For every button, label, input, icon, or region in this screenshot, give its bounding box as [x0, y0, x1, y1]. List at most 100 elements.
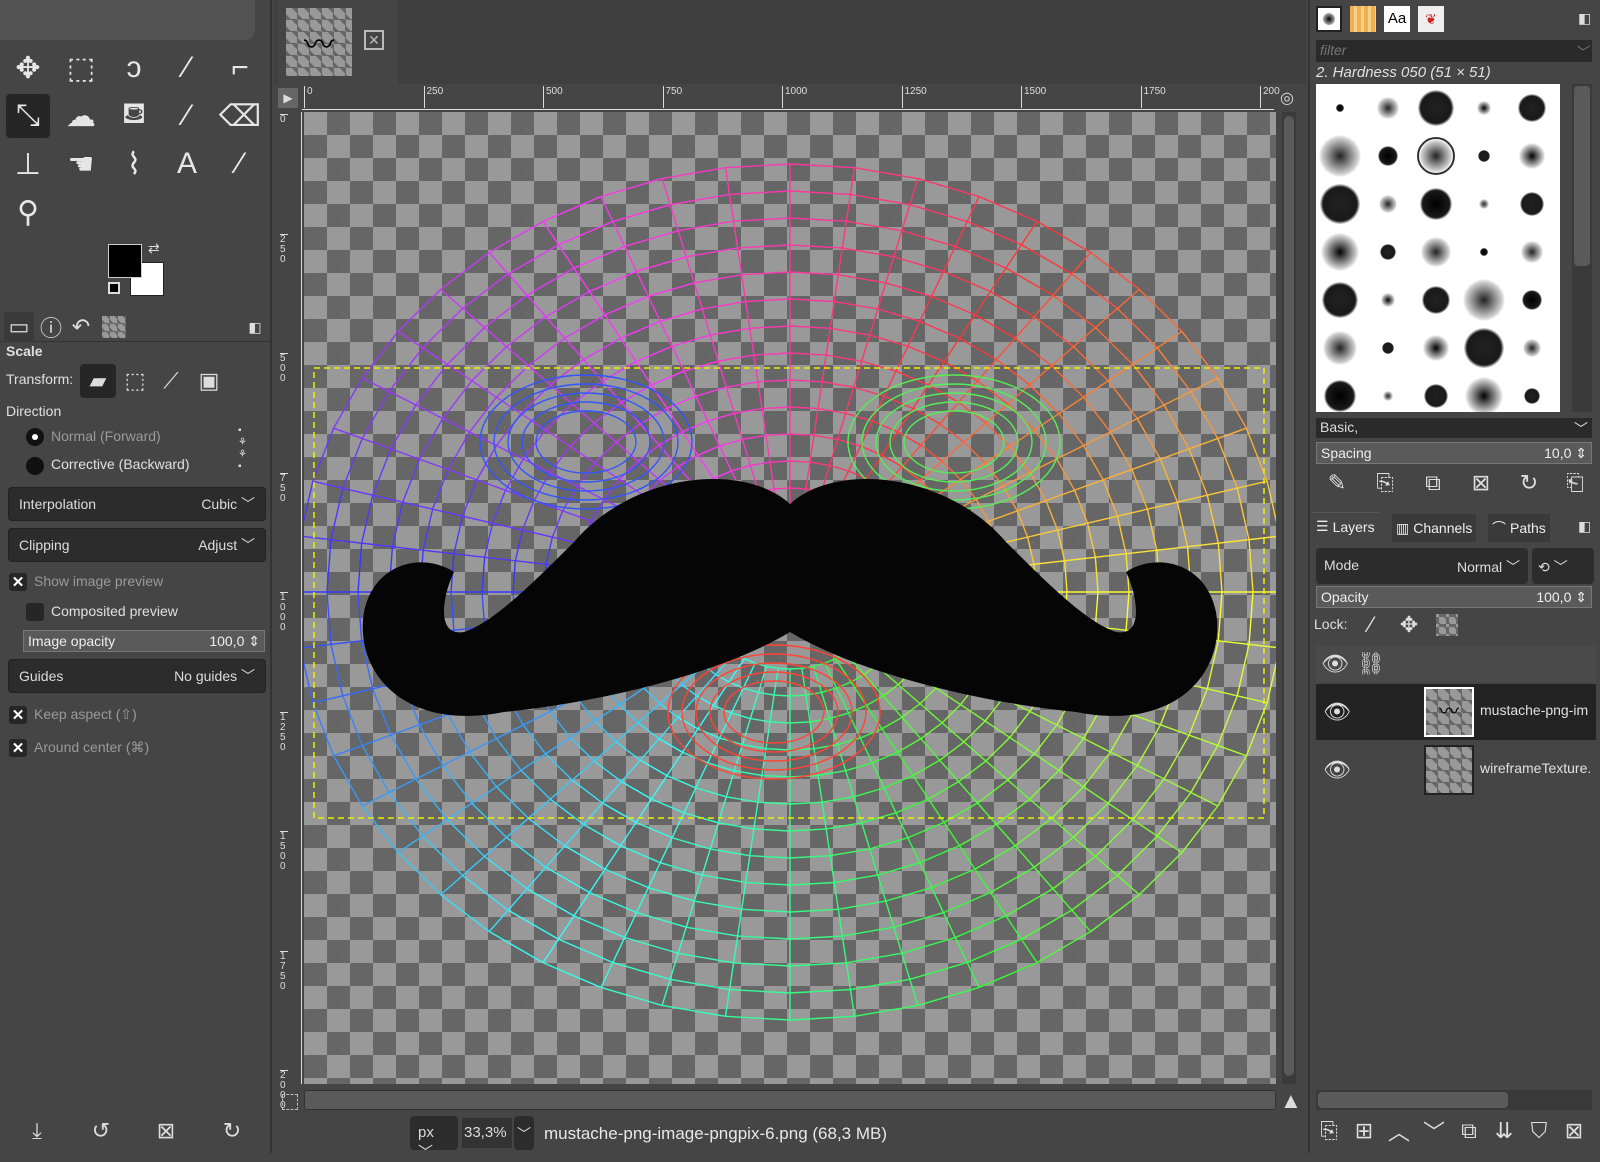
tab-channels[interactable]: ▥ Channels	[1392, 514, 1477, 542]
layer-mode-combo[interactable]: Mode Normal ﹀	[1316, 548, 1528, 584]
brush-preset[interactable]	[1418, 90, 1454, 126]
brush-preset[interactable]	[1322, 282, 1358, 318]
brush-preset[interactable]	[1324, 380, 1356, 412]
lock-alpha-icon[interactable]	[1436, 614, 1458, 636]
horizontal-ruler[interactable]: 0 250 500 750 1000 1250 1500 1750 200	[302, 86, 1280, 110]
brush-preset[interactable]	[1417, 137, 1455, 175]
brush-preset[interactable]	[1377, 97, 1399, 119]
edit-brush-icon[interactable]: ✎	[1322, 468, 1352, 498]
transform-layer-button[interactable]: ▰	[80, 364, 116, 398]
brush-filter-input[interactable]: filter ﹀	[1316, 40, 1592, 62]
layer-row[interactable]: 👁 〰 mustache-png-im	[1316, 684, 1596, 740]
brush-preset[interactable]	[1379, 195, 1397, 213]
brush-preset[interactable]	[1336, 104, 1344, 112]
show-preview-checkbox[interactable]: ✕	[9, 573, 27, 591]
brush-preset[interactable]	[1323, 331, 1357, 365]
bucket-fill-tool-button[interactable]: ⛾	[112, 94, 156, 138]
lock-position-icon[interactable]: ✥	[1394, 610, 1424, 640]
navigate-icon[interactable]: ▲	[1280, 1088, 1302, 1114]
transform-selection-button[interactable]: ⬚	[120, 366, 150, 396]
delete-layer-icon[interactable]: ⊠	[1559, 1116, 1589, 1146]
delete-options-icon[interactable]: ⊠	[151, 1116, 181, 1146]
fonts-tab[interactable]: Aa	[1384, 6, 1410, 32]
eye-icon[interactable]: 👁	[1322, 755, 1352, 785]
brush-tag-combo[interactable]: Basic, ﹀	[1316, 418, 1592, 438]
refresh-brushes-icon[interactable]: ↻	[1514, 468, 1544, 498]
close-tab-icon[interactable]: ✕	[364, 30, 384, 50]
brush-preset[interactable]	[1380, 244, 1396, 260]
dock-menu-icon[interactable]: ◧	[1578, 10, 1591, 27]
brush-preset[interactable]	[1421, 237, 1451, 267]
brush-preset[interactable]	[1465, 377, 1503, 412]
brush-preset[interactable]	[1520, 192, 1544, 216]
spacing-spinner[interactable]: Spacing 10,0 ⇕	[1316, 442, 1592, 464]
brush-preset[interactable]	[1518, 94, 1546, 122]
brush-preset[interactable]	[1519, 143, 1545, 169]
crop-tool-button[interactable]: ⌐	[218, 46, 262, 90]
swap-colors-icon[interactable]: ⇄	[148, 240, 160, 257]
tab-paths[interactable]: ⌒ Paths	[1488, 514, 1550, 542]
image-opacity-spinner[interactable]: Image opacity 100,0 ⇕	[23, 630, 265, 652]
zoom-fit-icon[interactable]: ◎	[1280, 88, 1294, 108]
free-select-tool-button[interactable]: ↄ	[112, 46, 156, 90]
radio-corrective[interactable]	[26, 457, 44, 475]
new-layer-group-icon[interactable]: ⊞	[1349, 1116, 1379, 1146]
save-options-icon[interactable]: ⤓	[22, 1116, 52, 1146]
clone-tool-button[interactable]: ⊥	[6, 142, 50, 186]
layer-name[interactable]: mustache-png-im	[1480, 702, 1588, 718]
new-layer-icon[interactable]: ⎘	[1314, 1116, 1344, 1146]
palettes-tab[interactable]: ❦	[1418, 6, 1444, 32]
direction-toggle-icon[interactable]: ▪ ⚘ ⚘ ▪	[238, 425, 247, 473]
paths-tool-button[interactable]: ⌇	[112, 142, 156, 186]
unit-combo[interactable]: px ﹀	[410, 1116, 458, 1161]
brush-preset[interactable]	[1479, 199, 1489, 209]
brush-preset[interactable]	[1383, 391, 1393, 401]
ruler-corner-button[interactable]: ▶	[278, 88, 298, 108]
layer-row[interactable]: 👁 wireframeTexture.	[1316, 742, 1596, 798]
canvas[interactable]	[295, 112, 1285, 1084]
vertical-scrollbar[interactable]	[1282, 112, 1296, 1084]
foreground-color-swatch[interactable]	[108, 244, 142, 278]
transform-image-button[interactable]: ▣	[194, 366, 224, 396]
horizontal-scrollbar[interactable]	[304, 1090, 1276, 1110]
tool-options-tab-icon[interactable]: ▭	[4, 312, 34, 342]
scale-tool-button[interactable]: ⤡	[6, 94, 50, 138]
brush-scrollbar[interactable]	[1572, 84, 1592, 412]
image-tab[interactable]: 〰 ✕	[278, 0, 398, 84]
brush-preset[interactable]	[1524, 388, 1540, 404]
brush-preset[interactable]	[1464, 328, 1504, 368]
brush-preset[interactable]	[1321, 233, 1359, 271]
vertical-ruler[interactable]: 0 250 500 750 1000 1250 1500 1750 2000	[278, 112, 302, 1111]
new-brush-icon[interactable]: ⎘	[1370, 468, 1400, 498]
restore-options-icon[interactable]: ↺	[86, 1116, 116, 1146]
rect-select-tool-button[interactable]: ⬚	[59, 46, 103, 90]
radio-normal[interactable]	[26, 428, 44, 446]
eraser-tool-button[interactable]: ⌫	[218, 94, 262, 138]
layers-scrollbar[interactable]	[1316, 1090, 1592, 1110]
eye-icon[interactable]: 👁	[1322, 697, 1352, 727]
brush-preset[interactable]	[1523, 339, 1541, 357]
fuzzy-select-tool-button[interactable]: ⁄	[165, 46, 209, 90]
delete-brush-icon[interactable]: ⊠	[1466, 468, 1496, 498]
brush-preset[interactable]	[1420, 188, 1452, 220]
interpolation-combo[interactable]: Interpolation Cubic ﹀	[8, 487, 266, 521]
brush-preset[interactable]	[1382, 342, 1394, 354]
brush-preset[interactable]	[1378, 146, 1398, 166]
smudge-tool-button[interactable]: ☚	[59, 142, 103, 186]
text-tool-button[interactable]: A	[165, 142, 209, 186]
reset-options-icon[interactable]: ↻	[217, 1116, 247, 1146]
images-tab-icon[interactable]	[102, 316, 126, 338]
brush-preset[interactable]	[1422, 286, 1450, 314]
lock-pixels-icon[interactable]: ⁄	[1356, 610, 1386, 640]
brush-preset[interactable]	[1319, 135, 1361, 177]
duplicate-brush-icon[interactable]: ⧉	[1418, 468, 1448, 498]
brush-preset[interactable]	[1320, 184, 1360, 224]
around-center-checkbox[interactable]: ✕	[9, 739, 27, 757]
layer-opacity-spinner[interactable]: Opacity 100,0 ⇕	[1316, 586, 1592, 608]
open-brush-icon[interactable]: ⎗	[1560, 468, 1590, 498]
brush-preset[interactable]	[1463, 279, 1505, 321]
transform-path-button[interactable]: ⟋	[156, 366, 186, 396]
zoom-dropdown[interactable]: ﹀	[514, 1116, 534, 1150]
merge-layer-icon[interactable]: ⇊	[1489, 1116, 1519, 1146]
move-tool-button[interactable]: ✥	[6, 46, 50, 90]
